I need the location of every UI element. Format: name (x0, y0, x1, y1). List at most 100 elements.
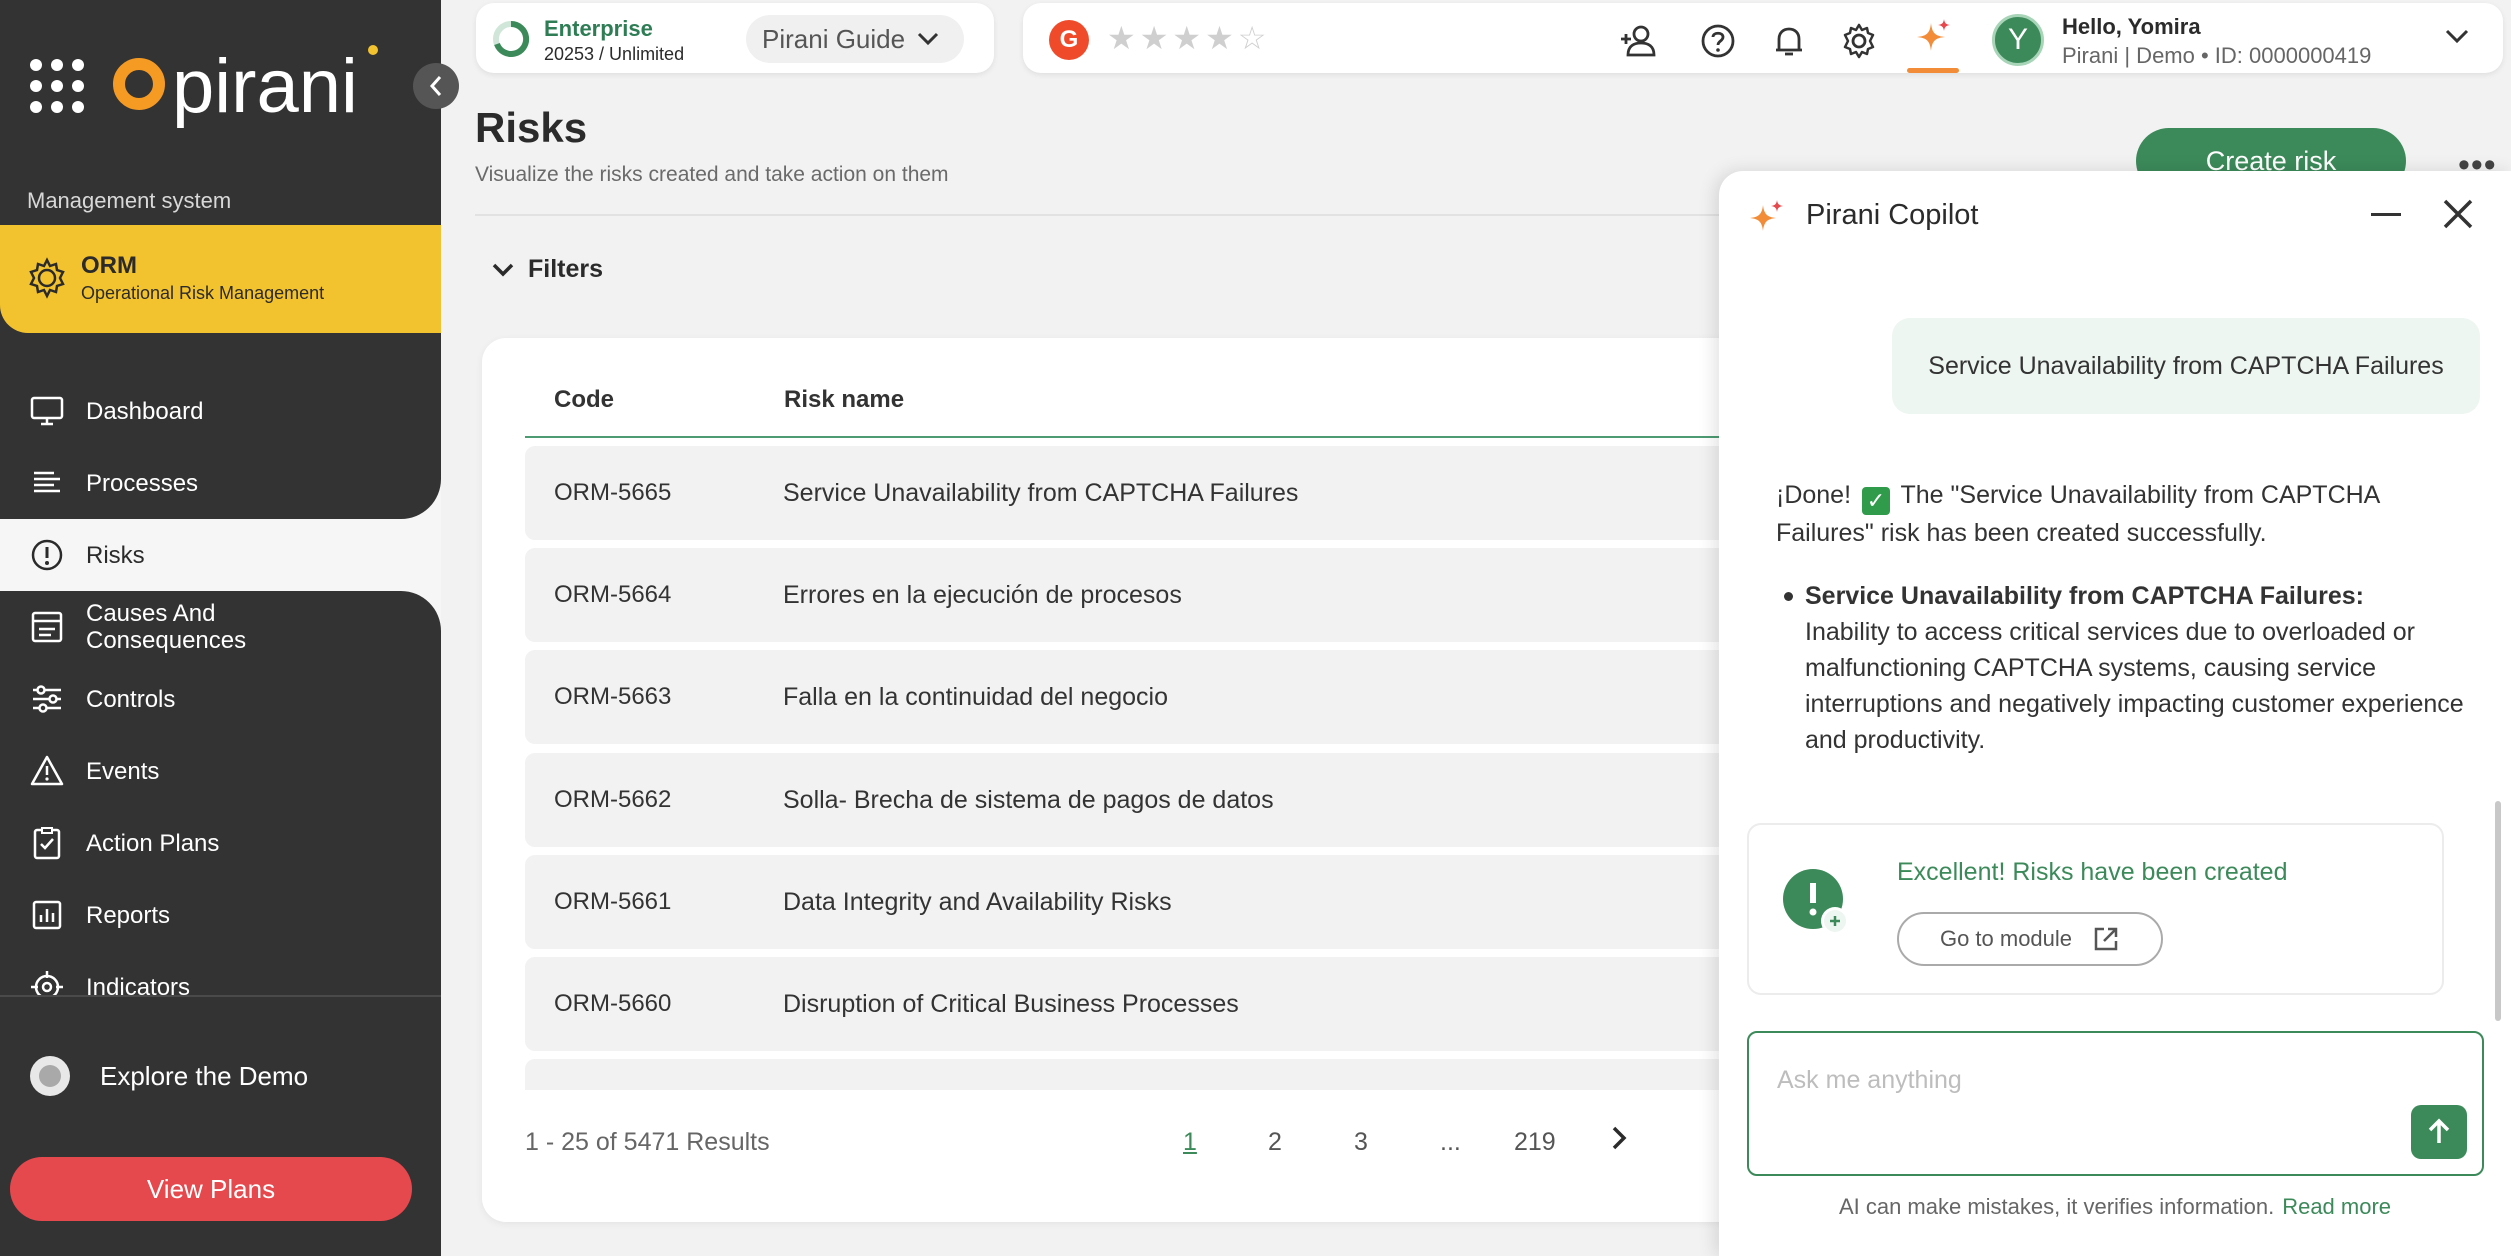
avatar[interactable]: Y (1992, 14, 2044, 66)
chevron-down-icon[interactable] (2445, 28, 2469, 44)
column-header-risk-name[interactable]: Risk name (784, 386, 904, 414)
sidebar-item-causes[interactable]: Causes And Consequences (0, 597, 441, 657)
sidebar-item-label: Reports (86, 901, 171, 929)
sliders-icon (33, 685, 61, 713)
chat-scrollbar[interactable] (2495, 801, 2501, 1021)
table-row[interactable]: ORM-5663 Falla en la continuidad del neg… (525, 650, 1782, 744)
close-icon[interactable] (2441, 197, 2475, 231)
plan-card: Enterprise 20253 / Unlimited Pirani Guid… (476, 3, 994, 73)
success-text: Excellent! Risks have been created (1897, 858, 2288, 886)
results-count: 1 - 25 of 5471 Results (525, 1128, 770, 1156)
page-link-2[interactable]: 2 (1268, 1128, 1282, 1157)
send-button[interactable] (2411, 1105, 2467, 1159)
module-subtitle: Operational Risk Management (81, 283, 325, 303)
risk-code: ORM-5661 (554, 888, 672, 915)
risk-name: Disruption of Critical Business Processe… (783, 990, 1239, 1018)
page-title: Risks (475, 104, 588, 151)
sidebar-item-label: Dashboard (86, 397, 204, 425)
table-row[interactable]: ORM-5665 Service Unavailability from CAP… (525, 446, 1782, 540)
g2-review-icon[interactable]: G (1049, 20, 1089, 60)
table-row[interactable]: ORM-5664 Errores en la ejecución de proc… (525, 548, 1782, 642)
column-header-code[interactable]: Code (554, 386, 614, 414)
success-alert-icon (1783, 869, 1849, 935)
monitor-icon (30, 396, 64, 426)
risk-name: Service Unavailability from CAPTCHA Fail… (783, 479, 1299, 507)
risk-code: ORM-5660 (554, 990, 672, 1017)
sidebar: pirani Management system ORM Operational… (0, 0, 441, 1256)
page-ellipsis: ... (1440, 1128, 1461, 1156)
sidebar-item-events[interactable]: Events (0, 741, 441, 801)
plan-name: Enterprise (544, 16, 653, 41)
risk-name: Errores en la ejecución de procesos (783, 581, 1182, 609)
clipboard-check-icon (33, 827, 61, 860)
disclaimer-text: AI can make mistakes, it verifies inform… (1838, 1194, 2275, 1219)
module-selector[interactable]: ORM Operational Risk Management (0, 225, 441, 333)
chat-input-box[interactable] (1747, 1031, 2484, 1176)
filters-label: Filters (528, 255, 604, 283)
sidebar-item-label: Controls (86, 685, 176, 713)
sidebar-item-controls[interactable]: Controls (0, 669, 441, 729)
copilot-panel: Pirani Copilot Service Unavailability fr… (1719, 171, 2511, 1256)
table-row[interactable]: ORM-5662 Solla- Brecha de sistema de pag… (525, 753, 1782, 847)
help-icon[interactable] (1699, 22, 1737, 60)
risk-code: ORM-5662 (554, 786, 672, 813)
gear-icon[interactable] (1840, 22, 1878, 60)
copilot-toggle[interactable] (1907, 3, 1959, 73)
greeting: Hello, Yomira (2062, 14, 2201, 39)
add-user-icon[interactable] (1619, 22, 1657, 60)
module-name: ORM (81, 252, 137, 279)
pirani-guide-dropdown[interactable]: Pirani Guide (746, 15, 964, 63)
risk-code: ORM-5664 (554, 581, 672, 608)
warning-icon (30, 755, 64, 786)
read-more-link[interactable]: Read more (2282, 1194, 2391, 1219)
collapse-sidebar-button[interactable] (413, 63, 459, 109)
page-link-1[interactable]: 1 (1183, 1128, 1197, 1157)
filters-toggle[interactable]: Filters (492, 255, 603, 284)
header-divider (475, 214, 1725, 216)
chevron-down-icon (492, 263, 514, 276)
bell-icon[interactable] (1770, 22, 1808, 60)
bot-message: ¡Done! ✓ The "Service Unavailability fro… (1776, 477, 2466, 551)
sparkle-icon (1750, 200, 1783, 231)
table-row-partial[interactable] (525, 1059, 1782, 1090)
table-row[interactable]: ORM-5660 Disruption of Critical Business… (525, 957, 1782, 1051)
view-plans-button[interactable]: View Plans (10, 1157, 412, 1221)
page-link-3[interactable]: 3 (1354, 1128, 1368, 1157)
pirani-logo: pirani (113, 44, 378, 129)
chevron-right-icon[interactable] (1609, 1124, 1629, 1152)
go-to-module-button[interactable]: Go to module (1897, 912, 2163, 966)
sidebar-item-dashboard[interactable]: Dashboard (0, 381, 441, 441)
apps-grid-icon[interactable] (26, 55, 88, 117)
page-link-last[interactable]: 219 (1514, 1128, 1556, 1157)
table-row[interactable]: ORM-5661 Data Integrity and Availability… (525, 855, 1782, 949)
minimize-icon[interactable] (2371, 213, 2401, 216)
bot-intro: ¡Done! (1776, 481, 1852, 509)
sidebar-item-label: Action Plans (86, 829, 220, 857)
rating-stars[interactable]: ★★★★☆ (1107, 19, 1270, 57)
bullet-text: Inability to access critical services du… (1805, 618, 2464, 754)
sidebar-item-reports[interactable]: Reports (0, 885, 441, 945)
risk-name: Data Integrity and Availability Risks (783, 888, 1172, 916)
arrow-up-icon (2428, 1118, 2450, 1143)
explore-demo-label: Explore the Demo (100, 1060, 309, 1091)
plan-count: 20253 / Unlimited (544, 44, 685, 64)
explore-demo-link[interactable]: Explore the Demo (30, 1056, 308, 1096)
copilot-title: Pirani Copilot (1806, 199, 1979, 231)
demo-icon (30, 1056, 70, 1096)
sidebar-item-label: Causes And Consequences (86, 600, 247, 654)
sidebar-item-action-plans[interactable]: Action Plans (0, 813, 441, 873)
sidebar-item-processes[interactable]: Processes (0, 453, 441, 513)
ai-disclaimer: AI can make mistakes, it verifies inform… (1719, 1194, 2511, 1220)
top-toolbar: G ★★★★☆ Y Hello, Yomira Pirani | Demo • … (1023, 3, 2503, 73)
list-icon (34, 471, 60, 493)
copilot-header: Pirani Copilot (1719, 171, 2511, 259)
risks-table: Code Risk name ORM-5665 Service Unavaila… (482, 338, 1782, 1222)
bullet-title: Service Unavailability from CAPTCHA Fail… (1805, 582, 2364, 610)
user-message-bubble: Service Unavailability from CAPTCHA Fail… (1892, 318, 2480, 414)
sidebar-item-risks[interactable]: Risks (0, 525, 441, 585)
sidebar-item-label: Risks (86, 541, 145, 569)
risk-name: Falla en la continuidad del negocio (783, 683, 1168, 711)
bullet-content: Service Unavailability from CAPTCHA Fail… (1805, 578, 2465, 758)
sidebar-item-label: Processes (86, 469, 199, 497)
chat-input[interactable] (1777, 1057, 2417, 1103)
